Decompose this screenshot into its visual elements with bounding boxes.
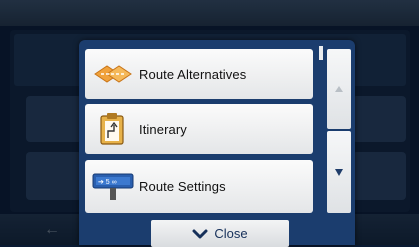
chevron-down-icon [192,229,208,238]
close-button-label: Close [214,226,248,241]
menu-item-itinerary[interactable]: Itinerary [85,104,313,154]
menu-item-label: Route Alternatives [139,66,247,82]
route-menu-popup: Route Alternatives Itinerary ➔ 5 ∞ Route… [79,40,355,247]
menu-item-label: Route Settings [139,179,226,194]
route-alternatives-icon [91,57,135,91]
menu-item-label: Itinerary [139,121,187,137]
itinerary-icon [91,112,135,146]
triangle-up-icon [335,86,343,92]
scroll-down-button[interactable] [327,131,351,213]
triangle-down-icon [335,168,343,176]
scroll-position-indicator [319,46,323,60]
svg-text:➔ 5 ∞: ➔ 5 ∞ [98,179,117,186]
scroll-up-button[interactable] [327,49,351,129]
route-settings-icon: ➔ 5 ∞ [91,170,135,204]
close-button[interactable]: Close [151,220,289,247]
menu-item-route-settings[interactable]: ➔ 5 ∞ Route Settings [85,160,313,213]
menu-item-route-alternatives[interactable]: Route Alternatives [85,49,313,99]
